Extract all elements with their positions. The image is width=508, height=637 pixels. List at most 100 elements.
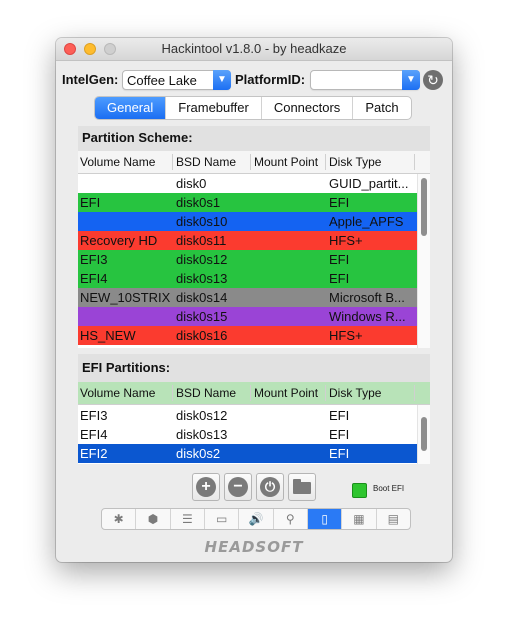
display-icon: ▭ [215, 512, 228, 526]
folder-icon [293, 479, 311, 494]
volume-cell: NEW_10STRIX [80, 290, 171, 305]
tab-connectors[interactable]: Connectors [262, 97, 354, 119]
toolbar-disk-button[interactable]: ▯ [307, 509, 343, 529]
remove-button[interactable]: − [224, 473, 252, 501]
chevron-down-icon: ▼ [402, 70, 420, 90]
minus-icon: − [228, 477, 248, 497]
bsd-cell: disk0s13 [176, 271, 228, 286]
type-cell: Microsoft B... [329, 290, 405, 305]
column-header-mount[interactable]: Mount Point [254, 386, 318, 400]
column-header-mount[interactable]: Mount Point [254, 155, 318, 169]
partition-row[interactable]: EFI disk0s1 EFI [78, 193, 418, 212]
volume-cell: EFI3 [80, 408, 108, 423]
tab-patch[interactable]: Patch [353, 97, 410, 119]
type-cell: HFS+ [329, 233, 363, 248]
platform-select[interactable]: ▼ [310, 70, 420, 90]
type-cell: EFI [329, 252, 350, 267]
partition-scrollbar[interactable] [417, 174, 430, 348]
headsoft-logo: HEADSOFT [204, 538, 304, 556]
partition-row[interactable]: disk0 GUID_partit... [78, 174, 418, 193]
efi-table-header: Volume Name BSD Name Mount Point Disk Ty… [78, 382, 430, 405]
type-cell: Windows R... [329, 309, 406, 324]
volume-cell: EFI4 [80, 427, 108, 442]
volume-cell: Recovery HD [80, 233, 158, 248]
volume-cell: EFI3 [80, 252, 108, 267]
type-cell: EFI [329, 195, 350, 210]
tab-general[interactable]: General [95, 97, 167, 119]
mount-button[interactable]: ⏻ [256, 473, 284, 501]
usb-icon: ⚲ [285, 512, 295, 526]
partition-row[interactable]: EFI3 disk0s12 EFI [78, 250, 418, 269]
column-header-type[interactable]: Disk Type [329, 386, 381, 400]
efi-table: Volume Name BSD Name Mount Point Disk Ty… [78, 382, 430, 464]
column-header-volume[interactable]: Volume Name [80, 386, 155, 400]
gear-icon: ✱ [113, 512, 124, 526]
intelgen-select[interactable]: Coffee Lake ▼ [122, 70, 231, 90]
column-header-bsd[interactable]: BSD Name [176, 386, 236, 400]
volume-cell: EFI [80, 195, 101, 210]
tab-framebuffer[interactable]: Framebuffer [166, 97, 262, 119]
efi-row[interactable]: EFI4 disk0s13 EFI [78, 425, 418, 444]
partition-row[interactable]: NEW_10STRIX disk0s14 Microsoft B... [78, 288, 418, 307]
bsd-cell: disk0s12 [176, 252, 228, 267]
database-icon: ☰ [181, 512, 193, 526]
window-title: Hackintool v1.8.0 - by headkaze [161, 41, 347, 56]
platform-label: PlatformID: [235, 72, 306, 87]
efi-action-buttons: + − ⏻ [192, 473, 316, 501]
partition-scheme-title: Partition Scheme: [82, 130, 193, 145]
toolbar-gear-button[interactable]: ✱ [102, 509, 137, 529]
toolbar-display-button[interactable]: ▭ [205, 509, 240, 529]
toolbar-speaker-button[interactable]: 🔊 [239, 509, 274, 529]
partition-row[interactable]: disk0s15 Windows R... [78, 307, 418, 326]
partition-table-header: Volume Name BSD Name Mount Point Disk Ty… [78, 151, 430, 174]
type-cell: EFI [329, 446, 350, 461]
grid-icon: ▤ [387, 512, 399, 526]
app-window: Hackintool v1.8.0 - by headkaze IntelGen… [56, 38, 452, 562]
partition-row[interactable]: Recovery HD disk0s11 HFS+ [78, 231, 418, 250]
column-header-volume[interactable]: Volume Name [80, 155, 155, 169]
bsd-cell: disk0s2 [176, 446, 221, 461]
partition-row[interactable]: EFI4 disk0s13 EFI [78, 269, 418, 288]
column-header-type[interactable]: Disk Type [329, 155, 381, 169]
toolbar-box-button[interactable]: ⬢ [136, 509, 171, 529]
type-cell: EFI [329, 427, 350, 442]
efi-partitions-title: EFI Partitions: [82, 360, 171, 375]
column-header-bsd[interactable]: BSD Name [176, 155, 236, 169]
chevron-down-icon: ▼ [213, 70, 231, 90]
type-cell: Apple_APFS [329, 214, 404, 229]
toolbar-database-button[interactable]: ☰ [171, 509, 205, 529]
efi-partitions-group: EFI Partitions: Volume Name BSD Name Mou… [78, 354, 430, 464]
bottom-toolbar: ✱ ⬢ ☰ ▭ 🔊 ⚲ ▯ ▦ ▤ [101, 508, 411, 530]
type-cell: EFI [329, 271, 350, 286]
calculator-icon: ▦ [353, 512, 365, 526]
efi-scrollbar[interactable] [417, 405, 430, 464]
bsd-cell: disk0s15 [176, 309, 228, 324]
refresh-icon[interactable]: ↻ [423, 70, 443, 90]
bsd-cell: disk0s1 [176, 195, 221, 210]
boot-efi-label: Boot EFI [373, 484, 405, 493]
type-cell: HFS+ [329, 328, 363, 343]
bsd-cell: disk0 [176, 176, 207, 191]
bsd-cell: disk0s10 [176, 214, 228, 229]
efi-row[interactable]: EFI3 disk0s12 EFI [78, 406, 418, 425]
partition-row[interactable]: disk0s10 Apple_APFS [78, 212, 418, 231]
bsd-cell: disk0s14 [176, 290, 228, 305]
efi-scroll-thumb[interactable] [421, 417, 427, 451]
toolbar-calculator-button[interactable]: ▦ [342, 509, 377, 529]
partition-row[interactable]: HS_NEW disk0s16 HFS+ [78, 326, 418, 345]
bsd-cell: disk0s11 [176, 233, 227, 248]
boot-efi-swatch [352, 483, 367, 498]
type-cell: GUID_partit... [329, 176, 409, 191]
add-button[interactable]: + [192, 473, 220, 501]
toolbar-grid-button[interactable]: ▤ [377, 509, 410, 529]
partition-table: Volume Name BSD Name Mount Point Disk Ty… [78, 151, 430, 348]
volume-cell: EFI4 [80, 271, 108, 286]
efi-row[interactable]: EFI2 disk0s2 EFI [78, 444, 418, 463]
bsd-cell: disk0s13 [176, 427, 228, 442]
toolbar-usb-button[interactable]: ⚲ [274, 509, 308, 529]
partition-scroll-thumb[interactable] [421, 178, 427, 236]
open-folder-button[interactable] [288, 473, 316, 501]
intelgen-label: IntelGen: [62, 72, 119, 87]
partition-scheme-group: Partition Scheme: Volume Name BSD Name M… [78, 126, 430, 348]
disk-icon: ▯ [321, 512, 328, 526]
